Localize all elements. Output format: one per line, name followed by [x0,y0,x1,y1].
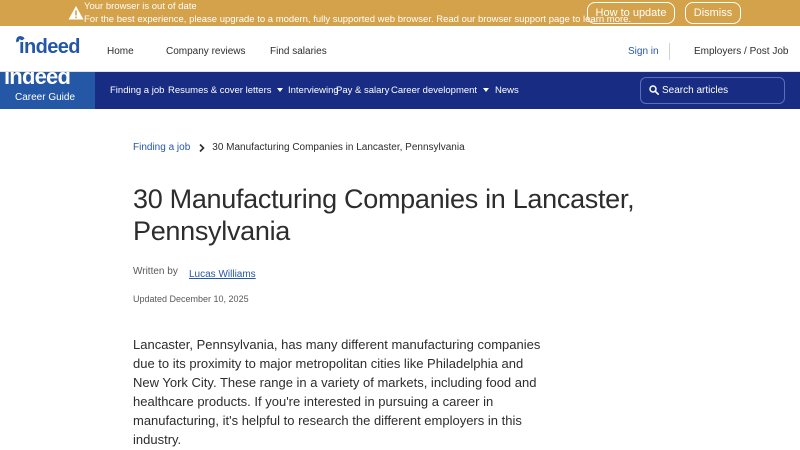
banner-message: For the best experience, please upgrade … [84,14,632,25]
guide-nav-resumes-label: Resumes & cover letters [168,85,272,96]
nav-company-reviews-link[interactable]: Company reviews [166,46,245,57]
guide-nav-pay-salary[interactable]: Pay & salary [336,85,389,96]
author-link[interactable]: Lucas Williams [189,269,256,280]
career-guide-logo[interactable]: indeed Career Guide [0,72,95,109]
breadcrumb-parent-link[interactable]: Finding a job [133,142,190,153]
how-to-update-button[interactable]: How to update [587,2,675,24]
article-title: 30 Manufacturing Companies in Lancaster,… [133,184,635,246]
top-navigation: indeed Home Company reviews Find salarie… [0,26,800,72]
written-by-label: Written by [133,266,178,277]
guide-nav-news[interactable]: News [495,85,519,96]
chevron-down-icon [277,88,284,92]
sign-in-link[interactable]: Sign in [628,46,659,57]
career-guide-label: Career Guide [15,92,76,103]
nav-find-salaries-link[interactable]: Find salaries [270,46,327,57]
dismiss-button[interactable]: Dismiss [685,2,741,24]
career-guide-bar: indeed Career Guide Finding a job Resume… [0,72,800,109]
search-icon [649,85,659,95]
guide-nav-career-development-label: Career development [391,85,478,96]
guide-nav-career-development[interactable]: Career development [391,85,490,96]
search-placeholder: Search articles [662,85,729,96]
updated-date: Updated December 10, 2025 [133,294,249,304]
banner-title: Your browser is out of date [84,1,197,12]
chevron-down-icon [483,88,490,92]
career-guide-logo-text: indeed [4,72,71,89]
indeed-logo[interactable]: indeed [14,34,80,59]
breadcrumb: Finding a job 30 Manufacturing Companies… [133,142,465,153]
chevron-right-icon [199,143,205,152]
nav-divider [669,43,670,60]
warning-icon [68,6,84,20]
guide-nav-finding-a-job[interactable]: Finding a job [110,85,164,96]
guide-nav-resumes-cover-letters[interactable]: Resumes & cover letters [168,85,284,96]
outdated-browser-banner: Your browser is out of date For the best… [0,0,800,26]
search-articles-input[interactable]: Search articles [640,77,785,104]
logo-text: indeed [19,36,80,58]
breadcrumb-current: 30 Manufacturing Companies in Lancaster,… [212,142,465,153]
employers-post-job-link[interactable]: Employers / Post Job [694,46,788,57]
nav-home-link[interactable]: Home [107,46,134,57]
guide-nav-interviewing[interactable]: Interviewing [288,85,339,96]
article-intro-paragraph: Lancaster, Pennsylvania, has many differ… [133,337,541,447]
